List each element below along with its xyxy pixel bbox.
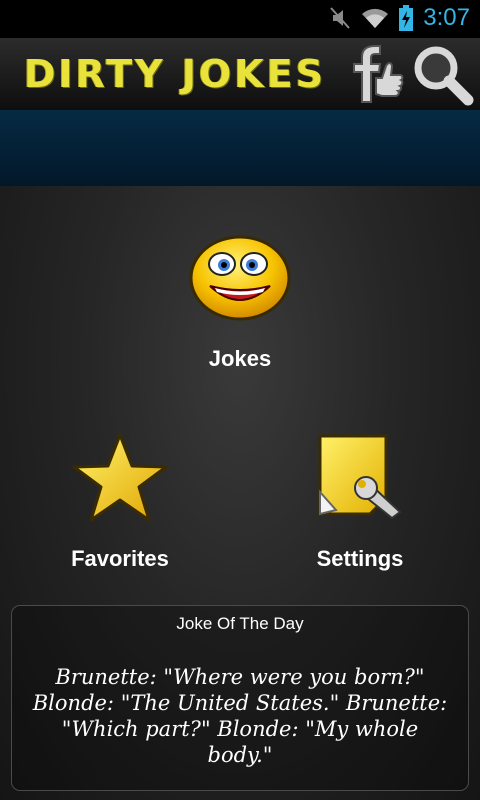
wifi-icon bbox=[362, 8, 389, 28]
jokes-label: Jokes bbox=[208, 346, 272, 371]
facebook-like-icon bbox=[353, 45, 404, 103]
joke-of-the-day-title: Joke Of The Day bbox=[176, 614, 304, 633]
settings-note-wrench-icon bbox=[318, 434, 402, 520]
settings-label: Settings bbox=[316, 546, 404, 571]
search-button[interactable] bbox=[410, 42, 474, 106]
star-icon bbox=[72, 433, 168, 522]
app-title: DIRTY JOKES bbox=[24, 52, 327, 96]
favorites-label: Favorites bbox=[71, 546, 169, 571]
jokes-button[interactable]: Jokes bbox=[160, 228, 320, 378]
facebook-like-button[interactable] bbox=[340, 44, 404, 106]
search-icon bbox=[414, 46, 474, 106]
settings-button[interactable]: Settings bbox=[280, 428, 440, 578]
joke-of-the-day-panel: Joke Of The Day Brunette: "Where were yo… bbox=[11, 605, 469, 791]
mute-icon bbox=[330, 7, 351, 29]
status-icons: 3:07 bbox=[329, 4, 470, 32]
battery-charging-icon bbox=[399, 5, 414, 31]
joke-of-the-day-text: Brunette: "Where were you born?" Blonde:… bbox=[32, 665, 448, 767]
smiley-face-icon bbox=[189, 235, 291, 321]
status-bar: 3:07 bbox=[0, 0, 480, 38]
app-bar: DIRTY JOKES bbox=[0, 38, 480, 111]
status-time: 3:07 bbox=[423, 4, 470, 31]
ad-banner[interactable] bbox=[0, 110, 480, 186]
favorites-button[interactable]: Favorites bbox=[40, 428, 200, 578]
